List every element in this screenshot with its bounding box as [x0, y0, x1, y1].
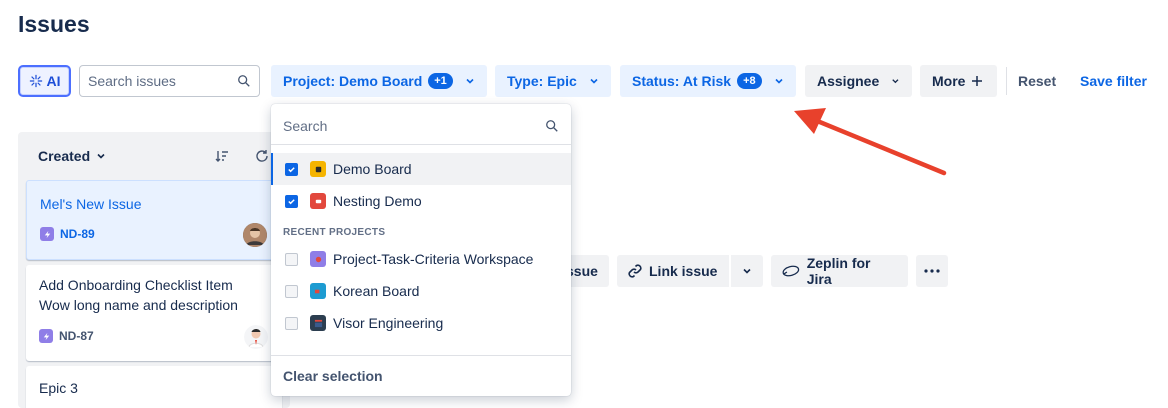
annotation-arrow-icon [794, 108, 947, 176]
project-icon [310, 315, 326, 331]
chevron-down-icon [590, 78, 598, 84]
toolbar-divider [1006, 67, 1007, 95]
page-title: Issues [18, 11, 90, 37]
link-issue-dropdown[interactable] [731, 255, 763, 287]
issue-card-key: ND-87 [39, 329, 94, 343]
checkbox-unchecked[interactable] [285, 284, 298, 298]
dropdown-divider [271, 144, 571, 145]
chevron-down-icon [97, 153, 105, 159]
checkbox-checked[interactable] [285, 162, 298, 176]
project-option-label: Visor Engineering [333, 315, 444, 331]
dropdown-divider [271, 355, 571, 356]
project-option-label: Project-Task-Criteria Workspace [333, 251, 534, 267]
link-icon [628, 264, 642, 278]
search-issues-input[interactable] [88, 73, 228, 89]
avatar[interactable] [244, 325, 268, 349]
avatar[interactable] [243, 223, 267, 247]
issue-card[interactable]: Add Onboarding Checklist Item Wow long n… [26, 265, 282, 361]
project-search[interactable]: Search [283, 116, 559, 136]
status-filter-button[interactable]: Status: At Risk +8 [620, 65, 796, 97]
ai-label: AI [46, 73, 61, 89]
reset-button[interactable]: Reset [1018, 65, 1056, 97]
project-option-demo-board[interactable]: Demo Board [271, 153, 571, 185]
project-option-task-criteria[interactable]: Project-Task-Criteria Workspace [271, 243, 571, 275]
project-icon [310, 251, 326, 267]
status-filter-badge: +8 [737, 73, 762, 89]
chevron-down-icon [775, 78, 783, 84]
ai-button[interactable]: AI [18, 65, 71, 97]
save-filter-button[interactable]: Save filter [1080, 65, 1147, 97]
more-icon [924, 269, 940, 273]
checkbox-unchecked[interactable] [285, 252, 298, 266]
assignee-filter-button[interactable]: Assignee [805, 65, 912, 97]
epic-icon [40, 227, 54, 241]
sort-order-icon[interactable] [214, 148, 230, 164]
column-tools [214, 148, 270, 164]
search-icon [238, 75, 250, 87]
project-filter-dropdown: Search Demo Board Nesting Demo RECENT PR… [271, 104, 571, 396]
chevron-down-icon [743, 268, 751, 274]
issue-key-text: ND-89 [60, 227, 95, 241]
plus-icon [972, 76, 983, 86]
assignee-filter-label: Assignee [817, 73, 880, 89]
issue-card-title: Mel's New Issue [40, 196, 142, 212]
chevron-down-icon [466, 78, 474, 84]
project-filter-badge: +1 [428, 73, 453, 89]
sort-dropdown[interactable]: Created [38, 148, 106, 164]
checkbox-checked[interactable] [285, 194, 298, 208]
type-filter-label: Type: Epic [507, 73, 577, 89]
project-icon [310, 193, 326, 209]
issue-card[interactable]: Mel's New Issue ND-89 [26, 180, 282, 260]
project-filter-label: Project: Demo Board [283, 73, 423, 89]
sparkle-icon [29, 74, 42, 88]
more-filters-label: More [932, 73, 966, 89]
project-option-label: Korean Board [333, 283, 420, 299]
epic-icon [39, 329, 53, 343]
project-filter-button[interactable]: Project: Demo Board +1 [271, 65, 487, 97]
issue-card-key: ND-89 [40, 227, 95, 241]
issue-card-title: Epic 3 [39, 380, 78, 396]
issue-card-title: Add Onboarding Checklist Item Wow long n… [39, 277, 238, 313]
project-icon [310, 161, 326, 177]
search-icon [546, 120, 558, 132]
more-actions-button[interactable] [916, 255, 948, 287]
link-issue-button[interactable]: Link issue [617, 255, 729, 287]
type-filter-button[interactable]: Type: Epic [495, 65, 611, 97]
status-filter-label: Status: At Risk [632, 73, 732, 89]
project-option-nesting-demo[interactable]: Nesting Demo [271, 185, 571, 217]
issue-detail-actions: ssue Link issue Zeplin for Jira [540, 255, 960, 287]
project-option-visor-engineering[interactable]: Visor Engineering [271, 307, 571, 339]
zeplin-icon [782, 265, 800, 277]
issue-list-column: Created Mel's New Issue ND-89 Add Onboar… [18, 132, 290, 408]
project-option-label: Nesting Demo [333, 193, 422, 209]
clear-selection-button[interactable]: Clear selection [283, 368, 383, 384]
link-issue-label: Link issue [649, 263, 718, 279]
project-option-label: Demo Board [333, 161, 412, 177]
project-option-korean-board[interactable]: Korean Board [271, 275, 571, 307]
more-filters-button[interactable]: More [920, 65, 997, 97]
project-search-placeholder: Search [283, 118, 328, 134]
refresh-icon[interactable] [254, 148, 270, 164]
chevron-down-icon [892, 79, 899, 84]
filter-toolbar: AI Project: Demo Board +1 Type: Epic Sta… [18, 64, 1168, 97]
issue-key-text: ND-87 [59, 329, 94, 343]
search-issues-box[interactable] [79, 65, 260, 97]
zeplin-button[interactable]: Zeplin for Jira [771, 255, 908, 287]
sort-label: Created [38, 148, 91, 164]
issue-card[interactable]: Epic 3 [26, 366, 282, 408]
recent-projects-header: RECENT PROJECTS [283, 227, 386, 238]
zeplin-label: Zeplin for Jira [806, 255, 871, 287]
checkbox-unchecked[interactable] [285, 316, 298, 330]
project-icon [310, 283, 326, 299]
